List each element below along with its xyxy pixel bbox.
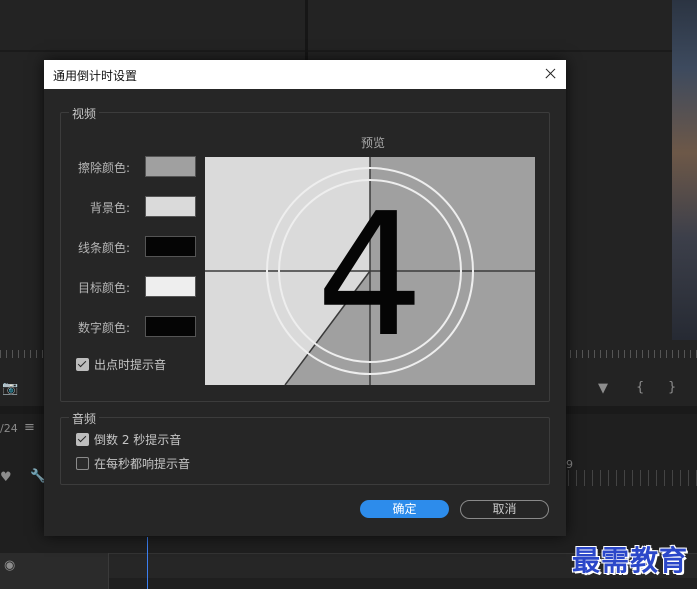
cue-on-out-checkbox-row[interactable]: 出点时提示音 bbox=[76, 356, 166, 373]
video-group-legend: 视频 bbox=[69, 105, 100, 122]
wipe-color-label: 擦除颜色: bbox=[77, 161, 130, 175]
timeline-ruler[interactable] bbox=[560, 470, 697, 486]
video-frame-preview bbox=[672, 0, 697, 340]
target-color-swatch[interactable] bbox=[145, 276, 196, 297]
close-icon[interactable] bbox=[540, 64, 560, 84]
audio-group-legend: 音频 bbox=[69, 410, 100, 427]
cue-2s-label: 倒数 2 秒提示音 bbox=[94, 433, 182, 447]
mark-in-icon[interactable]: { bbox=[636, 380, 644, 395]
numeral-color-label: 数字颜色: bbox=[77, 321, 130, 335]
cue-every-second-checkbox-row[interactable]: 在每秒都响提示音 bbox=[76, 455, 190, 472]
track-header: ◉ bbox=[0, 553, 109, 589]
marker-icon[interactable]: ▼ bbox=[598, 381, 608, 396]
background-color-swatch[interactable] bbox=[145, 196, 196, 217]
cancel-button[interactable]: 取消 bbox=[460, 500, 549, 519]
camera-icon[interactable]: 📷 bbox=[2, 381, 18, 396]
target-color-label: 目标颜色: bbox=[77, 281, 130, 295]
watermark-logo: 最需教育 bbox=[572, 544, 689, 577]
cue-on-out-label: 出点时提示音 bbox=[94, 358, 167, 372]
video-group: 视频 擦除颜色: 背景色: 线条颜色: 目标颜色: 数字颜色: 出点时提示音 预… bbox=[60, 105, 550, 402]
cue-on-out-checkbox[interactable] bbox=[76, 358, 89, 371]
panel-divider bbox=[0, 50, 697, 52]
line-color-label: 线条颜色: bbox=[77, 241, 130, 255]
ok-button[interactable]: 确定 bbox=[360, 500, 449, 518]
mark-out-icon[interactable]: } bbox=[668, 380, 676, 395]
cue-2s-checkbox-row[interactable]: 倒数 2 秒提示音 bbox=[76, 431, 181, 448]
countdown-preview: 4 bbox=[205, 157, 535, 385]
preview-label: 预览 bbox=[361, 136, 386, 150]
preview-countdown-digit: 4 bbox=[316, 177, 424, 375]
dialog-title: 通用倒计时设置 bbox=[53, 69, 138, 83]
playhead[interactable] bbox=[147, 537, 148, 589]
panel-divider-vertical bbox=[305, 0, 308, 60]
cue-every-second-checkbox[interactable] bbox=[76, 457, 89, 470]
background-color-label: 背景色: bbox=[89, 201, 130, 215]
audio-group: 音频 倒数 2 秒提示音 在每秒都响提示音 bbox=[60, 410, 550, 485]
timeline-timecode: /24 bbox=[0, 422, 18, 435]
numeral-color-swatch[interactable] bbox=[145, 316, 196, 337]
heart-icon[interactable]: ♥ bbox=[0, 470, 12, 485]
wipe-color-swatch[interactable] bbox=[145, 156, 196, 177]
menu-icon[interactable]: ≡ bbox=[24, 420, 35, 435]
dialog-titlebar[interactable]: 通用倒计时设置 bbox=[44, 60, 566, 89]
line-color-swatch[interactable] bbox=[145, 236, 196, 257]
cue-every-second-label: 在每秒都响提示音 bbox=[94, 457, 191, 471]
universal-countdown-settings-dialog: 通用倒计时设置 视频 擦除颜色: 背景色: 线条颜色: 目标颜色: 数字颜色: … bbox=[44, 60, 566, 536]
eye-icon[interactable]: ◉ bbox=[4, 558, 15, 573]
cue-2s-checkbox[interactable] bbox=[76, 433, 89, 446]
